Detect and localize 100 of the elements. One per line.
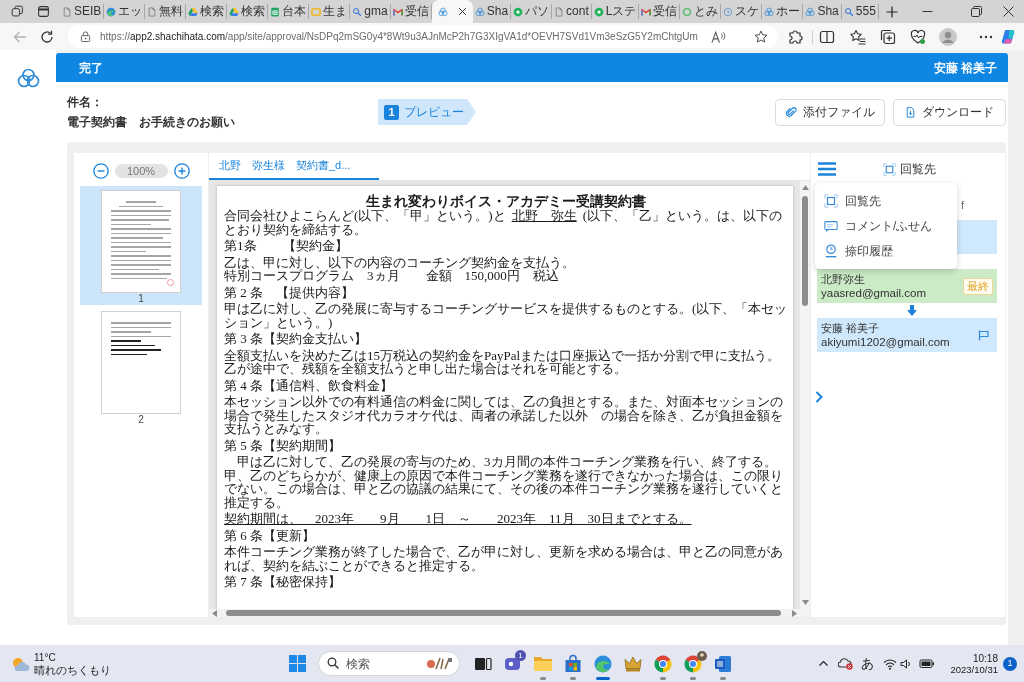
circles-logo-icon (437, 6, 448, 17)
browser-tab[interactable]: cont (552, 4, 592, 19)
ribbon-logo-icon[interactable] (1000, 28, 1017, 45)
menu-item[interactable]: 捺印履歴 (815, 238, 957, 263)
speaker-icon[interactable] (900, 657, 913, 670)
close-tab-icon[interactable] (457, 7, 467, 16)
menu-item[interactable]: 回覧先 (815, 188, 957, 213)
browser-tab[interactable]: ホー (762, 4, 804, 19)
clock-date[interactable]: 2023/10/31 (950, 663, 998, 675)
article-heading: 第 2 条 【提供内容】 (224, 285, 355, 299)
close-icon[interactable] (1003, 6, 1014, 17)
search-highlight-drawing[interactable] (426, 655, 454, 671)
subject-title: 電子契約書 お手続きのお願い (67, 114, 236, 131)
cloud-error-icon[interactable] (838, 657, 854, 670)
framed-square-icon (883, 162, 896, 176)
browser-tab[interactable]: 555 (841, 4, 879, 19)
four-squares-icon[interactable] (289, 655, 306, 672)
page-number: 1 (138, 293, 144, 305)
squares-plus-icon[interactable] (880, 28, 896, 45)
zoom-out-icon[interactable] (92, 163, 109, 179)
page-thumbnail[interactable] (101, 190, 181, 293)
recipient-name: 安藤 裕美子 (821, 321, 881, 335)
scroll-down-icon[interactable] (801, 600, 809, 605)
lock-icon[interactable] (80, 31, 91, 42)
browser-tab[interactable]: gma (350, 4, 391, 19)
split-screen-icon[interactable] (819, 28, 835, 45)
scroll-left-icon[interactable] (212, 609, 217, 617)
zoom-in-icon[interactable] (173, 163, 190, 179)
address-field[interactable]: https://app2.shachihata.com/app/site/approval/NsDPq2mSG0y4*8Wt9u3AJnMcP2h7G3XIgVA1d*OEVH7SVd1Vm3eSzG5Y2mChtgUm (68, 25, 778, 48)
partial-text: f (961, 198, 965, 212)
thumbnail-item[interactable]: 1 (80, 186, 202, 305)
contract-paragraph: 乙は、甲に対し、以下の内容のコーチング契約金を支払う。 (224, 255, 576, 269)
circles-logo-icon[interactable] (16, 68, 40, 88)
browser-tab[interactable]: とみ (680, 4, 722, 19)
menu-icon[interactable] (818, 162, 836, 176)
recipient-card[interactable]: 北野弥生 yaasred@gmail.com 最終 (817, 269, 997, 303)
tricolor-circle-icon[interactable] (683, 653, 703, 674)
article-heading: 第 3 条【契約金支払い】 (224, 332, 368, 346)
browser-tab[interactable]: Sha (803, 4, 842, 19)
page-icon (554, 6, 565, 17)
input-mode-indicator[interactable]: あ (861, 653, 875, 674)
browser-tab[interactable]: 検索 (227, 4, 269, 19)
circle-icon (513, 6, 524, 17)
step-indicator[interactable]: 1 プレビュー (378, 99, 476, 125)
browser-tab[interactable]: SEIB (60, 4, 105, 19)
scrollbar-thumb[interactable] (802, 196, 808, 306)
scroll-right-icon[interactable] (792, 609, 797, 617)
thumbnail-item[interactable]: 2 (80, 307, 202, 426)
scroll-up-icon[interactable] (801, 185, 809, 190)
contract-paragraph: 特別コースプログラム 3ヵ月 金額 150,000円 税込 (224, 269, 560, 283)
ring-icon (682, 6, 693, 17)
vertical-scrollbar[interactable] (800, 181, 810, 609)
triangle-icon (188, 6, 199, 17)
swirl-circle-icon[interactable] (593, 653, 613, 674)
heart-icon[interactable] (910, 28, 926, 45)
avatar-icon[interactable] (939, 27, 957, 46)
recipient-card[interactable]: 安藤 裕美子 akiyumi1202@gmail.com (817, 318, 997, 352)
weather-condition: 晴れのちくもり (34, 663, 111, 676)
contract-paragraph: 全額支払いを決めた乙は15万税込の契約金をPayPalまたは口座振込で一括か分割で甲に支払う。乙が途中で、残額を全額支払うと申し出た場合はそれを可能とする。 (224, 348, 782, 376)
browser-tab[interactable]: スケ (721, 4, 763, 19)
clock-time[interactable]: 10:18 (972, 652, 998, 664)
wifi-icon[interactable] (883, 657, 898, 670)
browser-tab[interactable]: 検索 (186, 4, 228, 19)
scrollbar-thumb[interactable] (226, 610, 781, 616)
flag-icon[interactable] (978, 329, 989, 341)
attach-button[interactable]: 添付ファイル (775, 98, 885, 126)
read-aloud-icon[interactable] (711, 29, 726, 44)
tricolor-circle-icon[interactable] (653, 653, 673, 674)
new-tab-icon[interactable] (885, 6, 898, 18)
page-thumbnail[interactable] (101, 311, 181, 414)
article-heading: 第 4 条【通信料、飲食料金】 (224, 378, 394, 392)
star-icon[interactable] (754, 29, 768, 44)
browser-tab[interactable]: エッ (104, 4, 146, 19)
browser-tab[interactable]: 生ま (309, 4, 351, 19)
document-icon[interactable] (713, 653, 733, 674)
browser-tab[interactable]: 受信 (639, 4, 681, 19)
browser-tab[interactable]: 台本 (268, 4, 310, 19)
star-list-icon[interactable] (850, 28, 866, 45)
reload-icon[interactable] (40, 29, 54, 44)
battery-icon[interactable] (919, 658, 936, 669)
browser-tab[interactable]: Lステ (591, 4, 640, 19)
browser-tab[interactable]: 受信 (390, 4, 432, 19)
browser-tab[interactable]: 無料 (145, 4, 187, 19)
article-heading: 第1条 【契約金】 (224, 239, 349, 253)
browser-tab[interactable]: Sha (472, 4, 512, 19)
puzzle-icon[interactable] (787, 28, 803, 45)
window-icon[interactable] (37, 5, 50, 18)
restore-icon[interactable] (971, 6, 982, 17)
download-button[interactable]: ダウンロード (893, 98, 1006, 126)
notification-count[interactable]: 1 (1003, 656, 1017, 671)
search-icon[interactable] (327, 657, 339, 669)
article-heading: 第 7 条【秘密保持】 (224, 575, 342, 589)
horizontal-scrollbar[interactable] (209, 609, 800, 617)
browser-tab[interactable]: パソ (511, 4, 553, 19)
overlapping-squares-icon[interactable] (11, 5, 24, 18)
menu-item[interactable]: コメント/ふせん (815, 213, 957, 238)
recipient-name: 北野弥生 (821, 272, 866, 286)
taskbar-search-field[interactable]: 検索 (318, 651, 460, 676)
shopping-bag-icon[interactable] (563, 653, 583, 674)
chevron-right-icon[interactable] (815, 391, 823, 403)
